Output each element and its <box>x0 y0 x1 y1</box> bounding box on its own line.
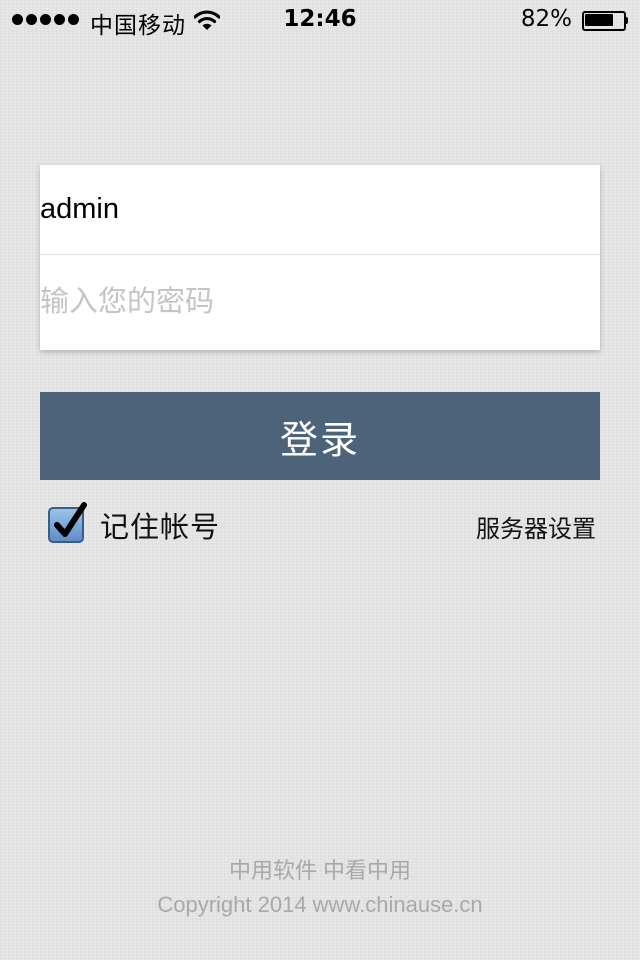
checkmark-icon <box>54 502 87 537</box>
password-input[interactable] <box>40 255 600 349</box>
username-input[interactable] <box>40 165 600 255</box>
server-settings-link[interactable]: 服务器设置 <box>476 509 596 544</box>
login-form <box>40 165 600 350</box>
footer-slogan: 中用软件 中看中用 <box>228 858 412 883</box>
battery-nub <box>625 17 628 24</box>
footer-copyright: Copyright 2014 www.chinause.cn <box>157 892 483 917</box>
status-bar: 中国移动 12:46 82% <box>0 0 640 40</box>
remember-account-toggle[interactable]: 记住帐号 <box>48 502 221 547</box>
remember-checkbox[interactable] <box>48 502 87 543</box>
login-button[interactable]: 登录 <box>40 392 600 480</box>
battery-fill <box>585 14 613 26</box>
footer: 中用软件 中看中用 Copyright 2014 www.chinause.cn <box>0 854 640 922</box>
battery-icon <box>582 11 628 31</box>
battery-percent: 82% <box>520 6 572 32</box>
remember-label: 记住帐号 <box>100 510 221 544</box>
